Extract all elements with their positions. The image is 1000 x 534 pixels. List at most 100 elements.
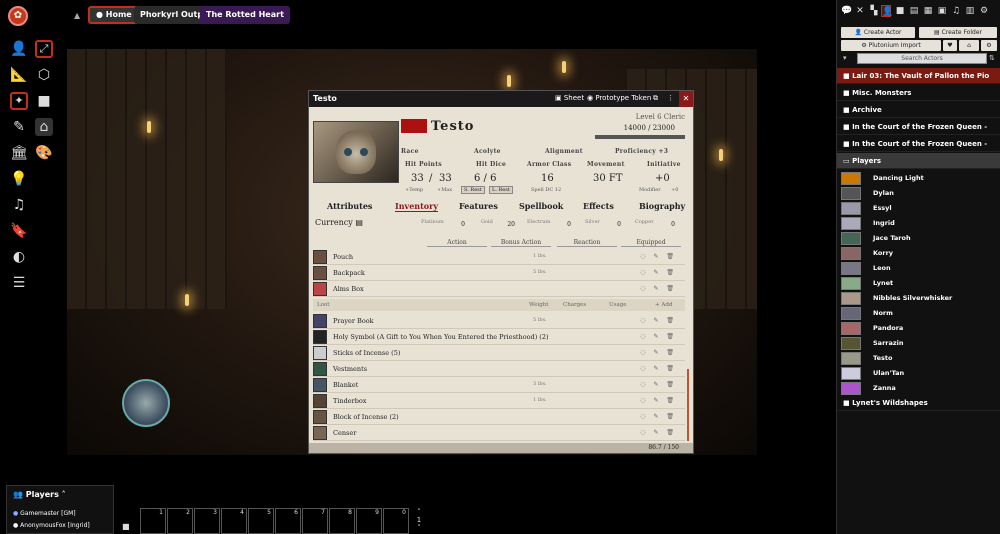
combat-icon[interactable]: ✕	[855, 5, 865, 17]
bookmark-icon[interactable]: 🔖	[10, 222, 28, 240]
macro-folder-icon[interactable]: ■	[122, 522, 130, 531]
settings-icon[interactable]: ⚙	[979, 5, 989, 17]
scrollbar[interactable]	[687, 369, 689, 441]
actor-pandora[interactable]: Pandora	[841, 321, 997, 336]
list-item[interactable]: Block of Incense (2) ◌ ✎ 🗑	[313, 409, 685, 425]
actor-korry[interactable]: Korry	[841, 246, 997, 261]
item-name[interactable]: Prayer Book	[333, 317, 374, 325]
item-actions[interactable]: ◌ ✎ 🗑	[640, 413, 677, 420]
lightbulb-icon[interactable]: 💡	[10, 170, 28, 188]
item-name[interactable]: Vestments	[333, 365, 367, 373]
list-item[interactable]: Pouch 1 lbs. ◌ ✎ 🗑	[313, 249, 685, 265]
actor-testo[interactable]: Testo	[841, 351, 997, 366]
palette-icon[interactable]: 🎨	[35, 144, 53, 162]
player-token[interactable]	[122, 379, 170, 427]
item-actions[interactable]: ◌ ✎ 🗑	[640, 333, 677, 340]
item-actions[interactable]: ◌ ✎ 🗑	[640, 285, 677, 292]
folder-frozen-queen-2[interactable]: ■ In the Court of the Frozen Queen -	[837, 136, 1000, 152]
cards-icon[interactable]: ▣	[937, 5, 947, 17]
list-item[interactable]: Blanket 3 lbs. ◌ ✎ 🗑	[313, 377, 685, 393]
list-item[interactable]: Vestments ◌ ✎ 🗑	[313, 361, 685, 377]
folder-misc-monsters[interactable]: ■ Misc. Monsters	[837, 85, 1000, 101]
item-actions[interactable]: ◌ ✎ 🗑	[640, 317, 677, 324]
coins-icon[interactable]: ▤	[355, 218, 363, 227]
chat-icon[interactable]: 💬	[841, 5, 852, 17]
short-rest-button[interactable]: S. Rest	[461, 186, 485, 194]
silver-value[interactable]: 0	[603, 221, 621, 228]
actor-ingrid[interactable]: Ingrid	[841, 216, 997, 231]
sort-icon[interactable]: ⇅	[989, 54, 995, 62]
folder-home-icon[interactable]: ⌂	[959, 40, 979, 51]
folder-icon[interactable]: ■	[35, 92, 53, 110]
tab-features[interactable]: Features	[459, 201, 498, 211]
item-name[interactable]: Alms Box	[333, 285, 364, 293]
create-folder-button[interactable]: ▤ Create Folder	[919, 27, 997, 38]
popout-icon[interactable]: ⧉	[653, 94, 658, 103]
tab-spellbook[interactable]: Spellbook	[519, 201, 563, 211]
playlists-icon[interactable]: ♫	[951, 5, 961, 17]
copper-value[interactable]: 0	[657, 221, 675, 228]
item-actions[interactable]: ◌ ✎ 🗑	[640, 253, 677, 260]
items-icon[interactable]: ■	[895, 5, 905, 17]
platinum-value[interactable]: 0	[447, 221, 465, 228]
movement[interactable]: 30 FT	[593, 173, 623, 184]
list-item[interactable]: Alms Box ◌ ✎ 🗑	[313, 281, 685, 297]
page-down-icon[interactable]: ˅	[412, 524, 426, 532]
tab-attributes[interactable]: Attributes	[327, 201, 372, 211]
folder-archive[interactable]: ■ Archive	[837, 102, 1000, 118]
actor-sarrazin[interactable]: Sarrazin	[841, 336, 997, 351]
tables-icon[interactable]: ▦	[923, 5, 933, 17]
hp-maxmod[interactable]: +Max	[437, 187, 452, 193]
item-actions[interactable]: ◌ ✎ 🗑	[640, 381, 677, 388]
experience[interactable]: 14000 / 23000	[624, 124, 675, 132]
filter-icon[interactable]: ▾	[843, 54, 847, 62]
hotbar-slot-0[interactable]: 0	[383, 508, 409, 534]
collapse-nav-icon[interactable]: ▲	[74, 11, 80, 20]
hotbar-page-control[interactable]: ˄ 1 ˅	[412, 508, 426, 534]
background[interactable]: Acolyte	[474, 148, 501, 155]
item-name[interactable]: Blanket	[333, 381, 358, 389]
item-actions[interactable]: ◌ ✎ 🗑	[640, 269, 677, 276]
item-name[interactable]: Sticks of Incense (5)	[333, 349, 400, 357]
item-actions[interactable]: ◌ ✎ 🗑	[640, 365, 677, 372]
plutonium-import-button[interactable]: ⚙ Plutonium Import	[841, 40, 941, 51]
tab-biography[interactable]: Biography	[639, 201, 685, 211]
gold-value[interactable]: 20	[497, 221, 515, 228]
hp-current[interactable]: 33	[411, 173, 424, 184]
electrum-value[interactable]: 0	[553, 221, 571, 228]
item-name[interactable]: Pouch	[333, 253, 353, 261]
list-item[interactable]: Tinderbox 1 lbs. ◌ ✎ 🗑	[313, 393, 685, 409]
list-item[interactable]: Prayer Book 5 lbs. ◌ ✎ 🗑	[313, 313, 685, 329]
measure-icon[interactable]: 📐	[10, 66, 28, 84]
add-item-button[interactable]: + Add	[655, 302, 672, 308]
music-icon[interactable]: ♫	[10, 196, 28, 214]
token-controls-icon[interactable]: 👤	[10, 40, 28, 58]
actor-dylan[interactable]: Dylan	[841, 186, 997, 201]
actor-nibbles[interactable]: Nibbles Silverwhisker	[841, 291, 997, 306]
cube-icon[interactable]: ⬡	[35, 66, 53, 84]
initiative[interactable]: +0	[655, 173, 670, 184]
select-tokens-icon[interactable]: ⤢	[35, 40, 53, 58]
item-actions[interactable]: ◌ ✎ 🗑	[640, 349, 677, 356]
scenes-icon[interactable]: ▚	[869, 5, 879, 17]
pencil-icon[interactable]: ✎	[10, 118, 28, 136]
actor-jace-taroh[interactable]: Jace Taroh	[841, 231, 997, 246]
page-up-icon[interactable]: ˄	[412, 508, 426, 516]
scene-tab-home[interactable]: ● Home	[88, 6, 140, 24]
item-name[interactable]: Tinderbox	[333, 397, 366, 405]
folder-players[interactable]: ▭ Players	[837, 153, 1000, 169]
heart-icon[interactable]: ♥	[943, 40, 957, 51]
hotbar-slot-5[interactable]: 5	[248, 508, 274, 534]
journal-icon[interactable]: ▤	[909, 5, 919, 17]
compendium-icon[interactable]: ▥	[965, 5, 975, 17]
d20-roll-icon[interactable]: ✦	[10, 92, 28, 110]
hotbar-slot-3[interactable]: 3	[194, 508, 220, 534]
scene-tab-rotted-heart[interactable]: The Rotted Heart	[200, 6, 290, 24]
close-icon[interactable]: ✕	[679, 91, 693, 107]
prototype-token-button[interactable]: ◉ Prototype Token	[587, 94, 651, 102]
hotbar-slot-9[interactable]: 9	[356, 508, 382, 534]
layers-icon[interactable]: ☰	[10, 274, 28, 292]
hotbar-slot-7[interactable]: 7	[302, 508, 328, 534]
character-name[interactable]: Testo	[431, 119, 474, 134]
actors-icon[interactable]: 👤	[881, 5, 893, 17]
